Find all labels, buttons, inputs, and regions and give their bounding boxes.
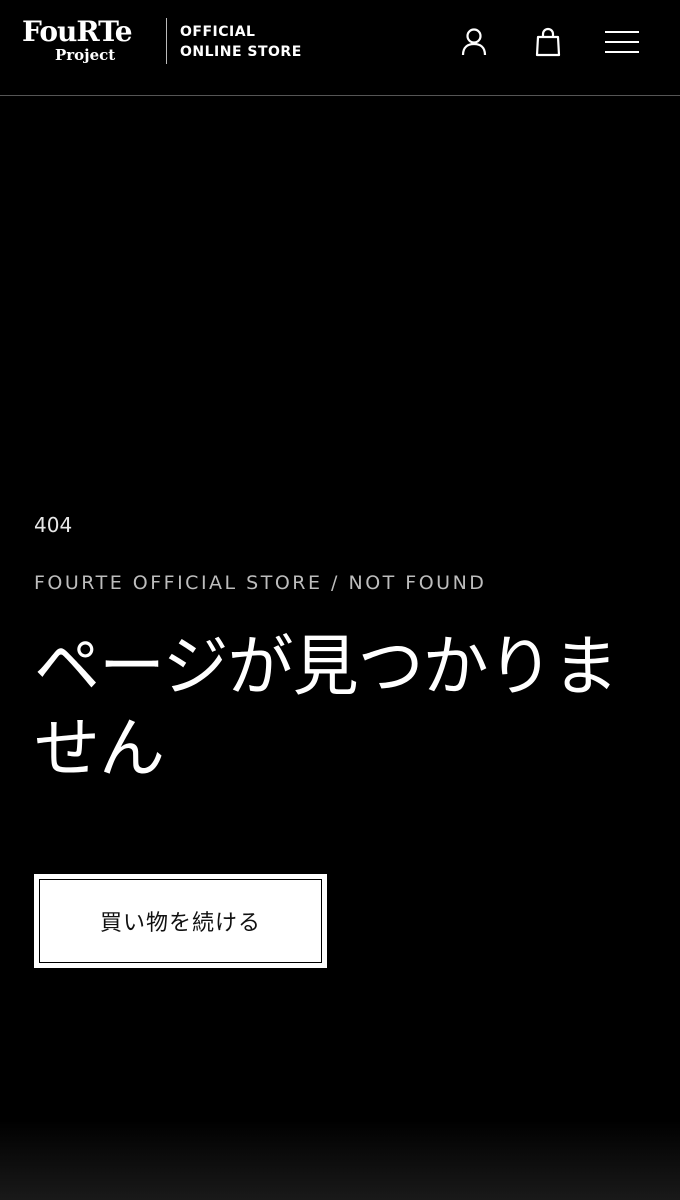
account-icon[interactable] — [456, 24, 492, 60]
page: FouRTe Project OFFICIAL ONLINE STORE 404… — [0, 0, 680, 1200]
continue-shopping-button[interactable]: 買い物を続ける — [34, 874, 327, 968]
logo-wordmark: FouRTe — [22, 15, 133, 48]
error-code: 404 — [34, 513, 73, 537]
brand-logo[interactable]: FouRTe Project — [22, 16, 154, 66]
bottom-fade — [0, 1120, 680, 1200]
breadcrumb: FOURTE OFFICIAL STORE / NOT FOUND — [34, 572, 487, 594]
continue-shopping-label: 買い物を続ける — [99, 911, 261, 936]
site-header: FouRTe Project OFFICIAL ONLINE STORE — [0, 0, 680, 96]
cart-icon[interactable] — [530, 24, 566, 60]
store-label: OFFICIAL ONLINE STORE — [180, 22, 302, 62]
menu-icon[interactable] — [602, 24, 642, 60]
header-divider — [166, 18, 167, 64]
page-title: ページが見つかりません — [34, 628, 619, 787]
store-label-line2: ONLINE STORE — [180, 44, 302, 60]
store-label-line1: OFFICIAL — [180, 24, 256, 40]
logo-subtitle: Project — [55, 46, 116, 64]
